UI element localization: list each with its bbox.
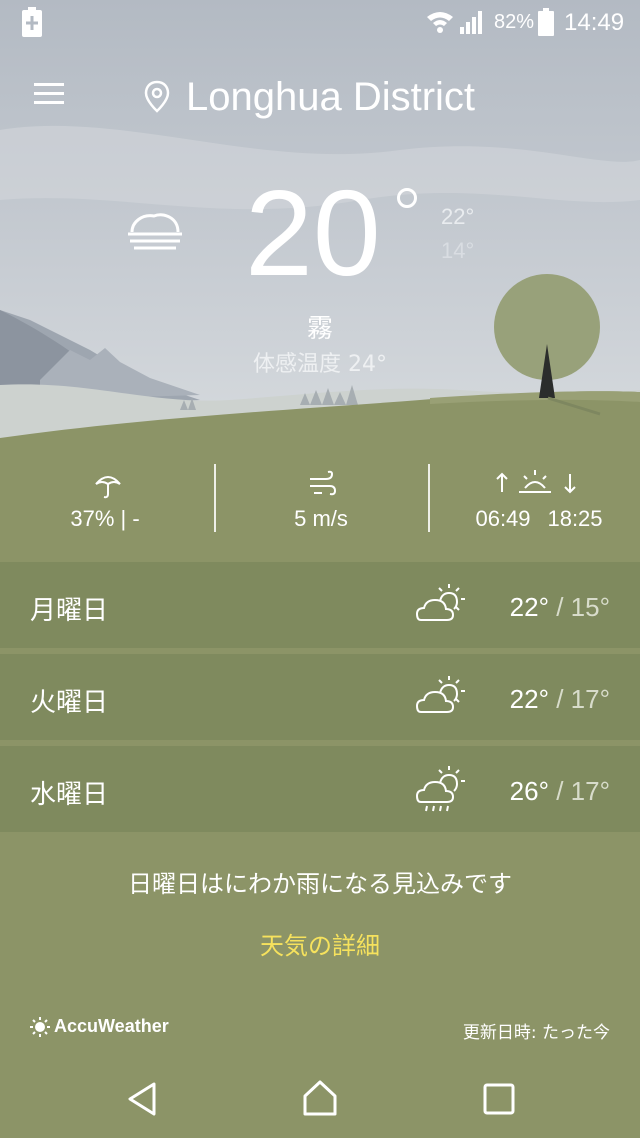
forecast-high: 22°: [509, 592, 549, 622]
stat-divider: [214, 464, 216, 532]
sunset-time: 18:25: [547, 506, 603, 531]
status-bar: 82% 14:49: [0, 0, 640, 46]
location-selector[interactable]: Longhua District: [140, 72, 475, 122]
updated-time: 更新日時: たった今: [462, 1023, 610, 1043]
umbrella-icon: [95, 476, 121, 499]
partly-sunny-icon: [415, 584, 465, 621]
battery-icon: [538, 8, 554, 36]
fog-cloud-icon: [128, 213, 182, 250]
wind-speed: 5 m/s: [294, 506, 348, 531]
navigation-bar: [0, 1060, 640, 1138]
home-button[interactable]: [301, 1078, 339, 1118]
today-high: 22°: [441, 204, 475, 229]
accuweather-logo[interactable]: AccuWeather: [30, 1016, 169, 1037]
forecast-row-tuesday[interactable]: 火曜日 22° / 17°: [0, 654, 640, 740]
battery-charging-icon: [22, 7, 42, 37]
signal-icon: [460, 11, 482, 34]
weather-details-link[interactable]: 天気の詳細: [0, 926, 640, 961]
partly-sunny-icon: [415, 676, 465, 713]
stat-divider: [428, 464, 430, 532]
location-pin-icon: [144, 80, 170, 113]
sunrise-sunset-icon: [496, 470, 576, 494]
feels-like: 体感温度 24°: [253, 352, 387, 377]
precipitation-value: 37% | -: [70, 506, 140, 531]
forecast-high: 22°: [509, 684, 549, 714]
forecast-row-wednesday[interactable]: 水曜日 26° / 17°: [0, 746, 640, 832]
forecast-low: / 17°: [549, 684, 610, 714]
forecast-row-monday[interactable]: 月曜日 22° / 15°: [0, 562, 640, 648]
recents-button[interactable]: [482, 1082, 516, 1116]
sun-cloud-rain-icon: [415, 766, 465, 812]
forecast-day: 火曜日: [30, 688, 109, 718]
forecast-low: / 17°: [549, 776, 610, 806]
forecast-low: / 15°: [549, 592, 610, 622]
sunrise-time: 06:49: [475, 506, 531, 531]
clock: 14:49: [564, 9, 625, 36]
back-button[interactable]: [124, 1080, 160, 1118]
location-name: Longhua District: [186, 74, 476, 119]
accuweather-sun-icon: [30, 1016, 50, 1037]
forecast-summary: 日曜日はにわか雨になる見込みです: [128, 870, 512, 898]
hamburger-menu-icon: [34, 83, 64, 104]
today-low: 14°: [441, 238, 475, 263]
degree-symbol: [397, 188, 417, 208]
wind-icon: [310, 470, 336, 496]
forecast-day: 月曜日: [30, 596, 109, 626]
condition-text: 霧: [306, 314, 333, 344]
brand-name: AccuWeather: [54, 1016, 169, 1036]
wifi-icon: [427, 12, 453, 33]
menu-button[interactable]: [26, 74, 70, 118]
battery-percent: 82%: [494, 11, 535, 33]
current-temperature: 20: [245, 165, 381, 301]
forecast-day: 水曜日: [30, 780, 109, 810]
forecast-high: 26°: [509, 776, 549, 806]
